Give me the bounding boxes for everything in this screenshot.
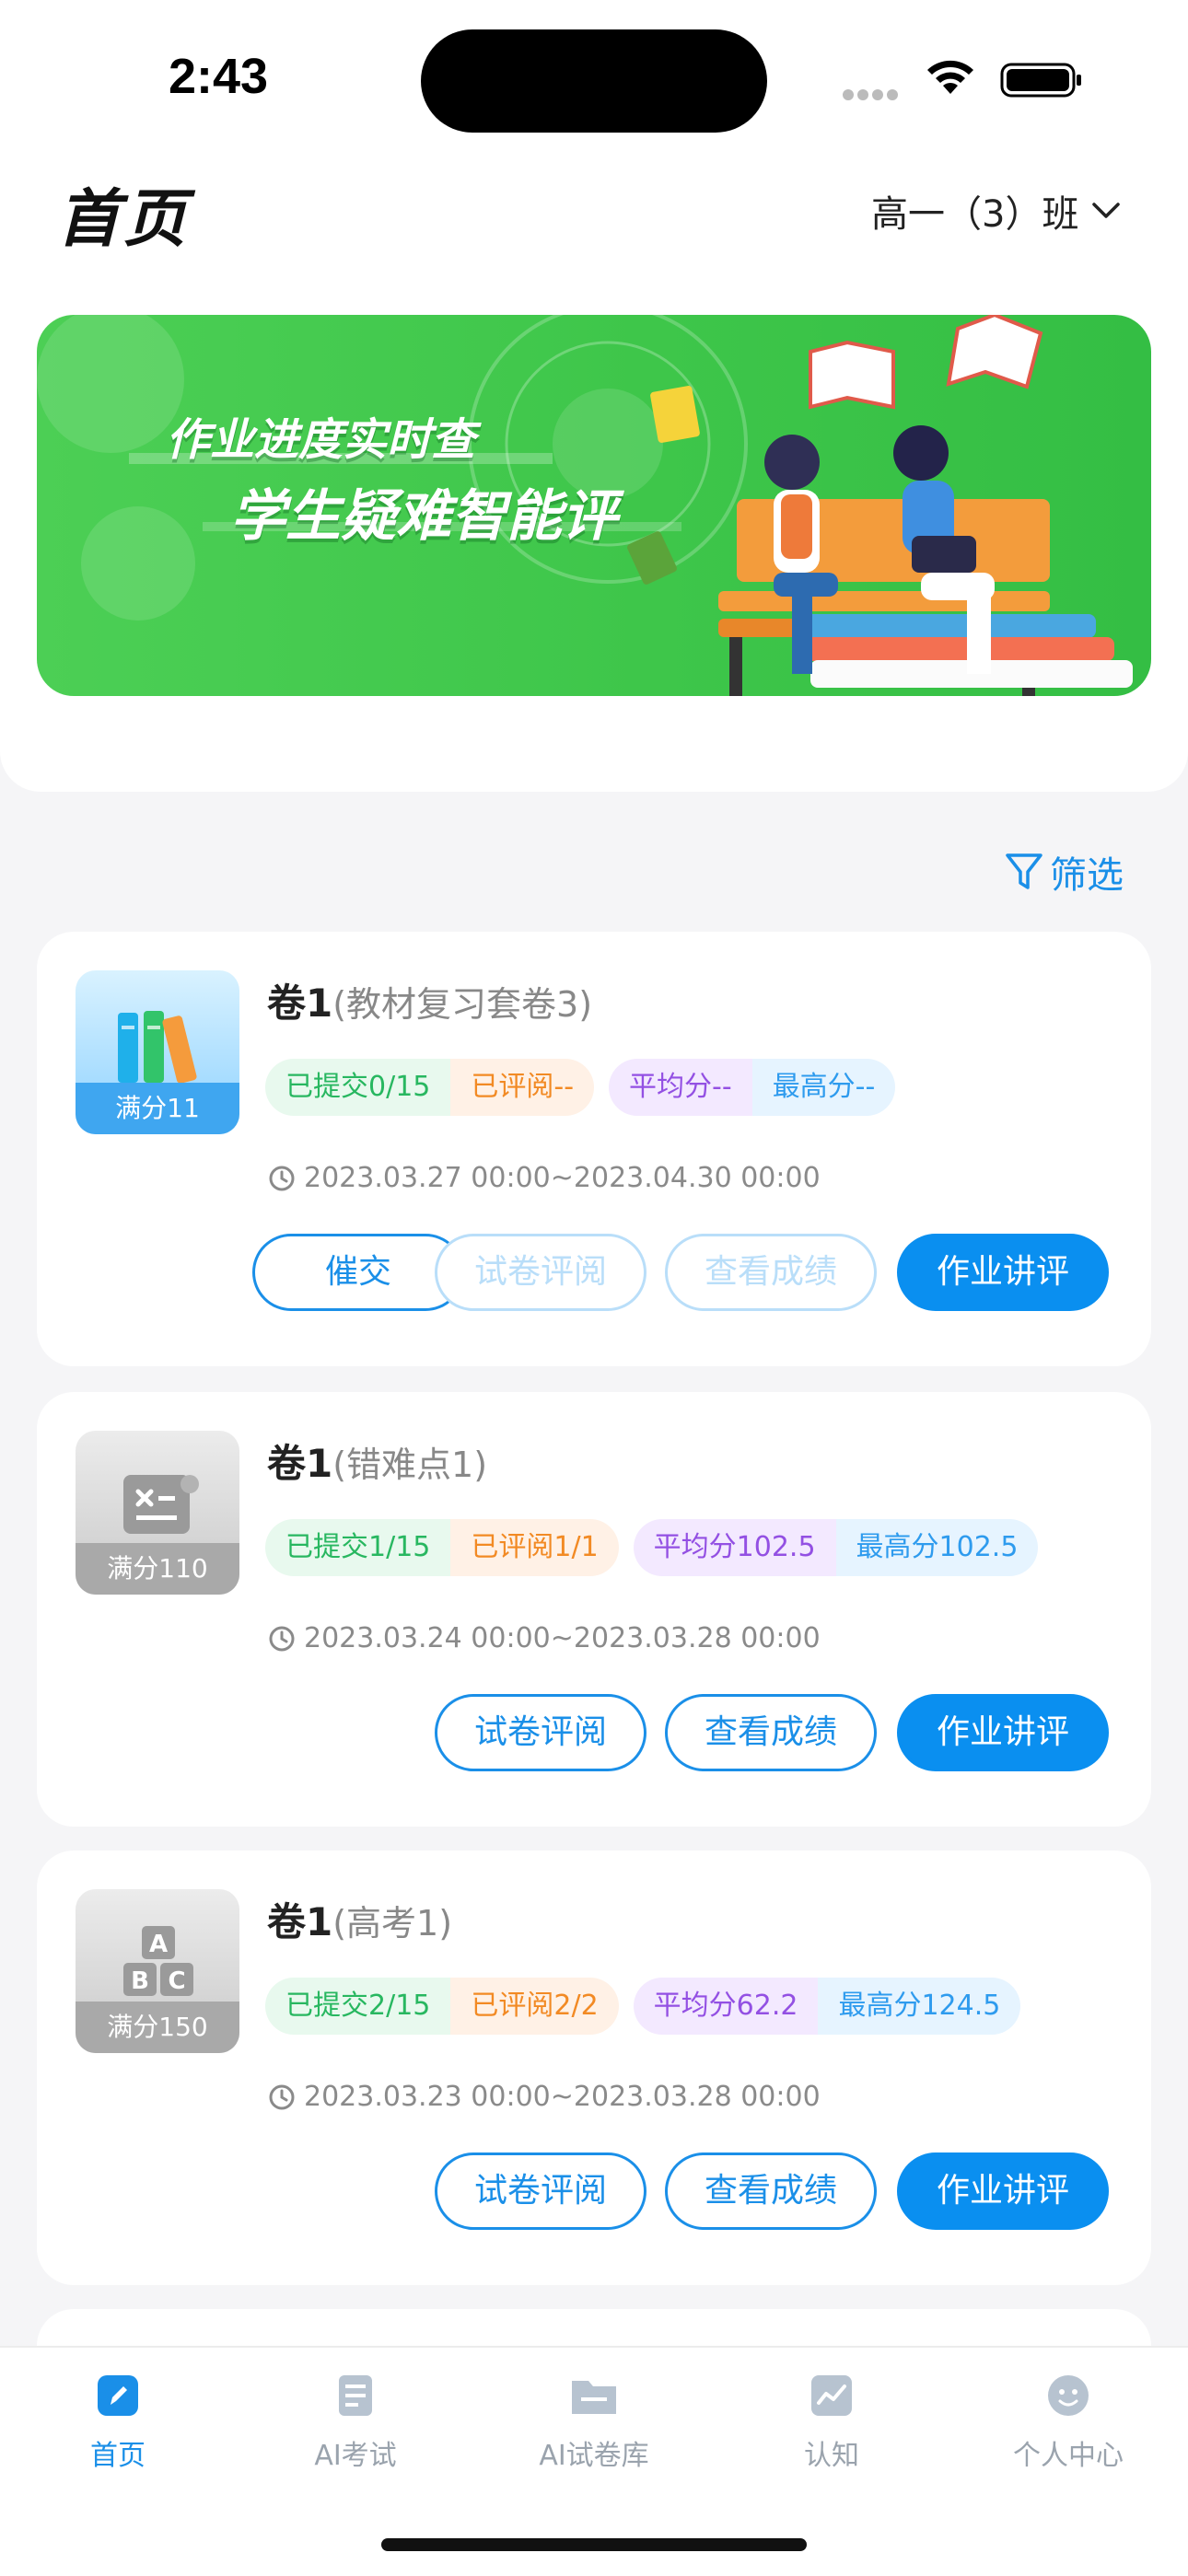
score-pill: 平均分62.2 最高分124.5 [633, 1978, 1021, 2035]
stats-tags: 已提交0/15 已评阅-- 平均分-- 最高分-- [265, 1059, 896, 1116]
home-icon [98, 2375, 138, 2416]
average-score: 平均分-- [609, 1059, 752, 1116]
chart-icon [811, 2375, 852, 2416]
tab-profile[interactable]: 个人中心 [976, 2372, 1160, 2473]
view-scores-button[interactable]: 查看成绩 [665, 1234, 877, 1311]
review-paper-button[interactable]: 试卷评阅 [435, 2152, 646, 2230]
average-score: 平均分62.2 [633, 1978, 819, 2035]
filter-label: 筛选 [1050, 854, 1124, 897]
profile-icon [1048, 2375, 1089, 2416]
score-pill: 平均分-- 最高分-- [609, 1059, 896, 1116]
full-score-label: 满分11 [76, 1083, 239, 1134]
assignment-title: 卷1(教材复习套卷3) [267, 972, 592, 1028]
full-score-label: 满分110 [76, 1543, 239, 1595]
filter-button[interactable]: 筛选 [1004, 845, 1124, 899]
assignment-card: 满分110 卷1(错难点1) 已提交1/15 已评阅1/1 平均分102.5 最… [37, 1392, 1151, 1827]
dynamic-island [421, 29, 767, 133]
clock-icon [269, 1166, 295, 1190]
submitted-count: 已提交2/15 [265, 1978, 451, 2035]
date-range: 2023.03.27 00:00~2023.04.30 00:00 [267, 1162, 821, 1194]
date-range-text: 2023.03.23 00:00~2023.03.28 00:00 [304, 2081, 821, 2113]
tab-label: AI考试 [314, 2440, 397, 2472]
assignment-thumbnail: A B C 满分150 [76, 1889, 239, 2053]
urge-submit-button[interactable]: 催交 [252, 1234, 464, 1311]
battery-icon [1000, 63, 1081, 98]
svg-text:B: B [131, 1967, 149, 1995]
review-paper-button[interactable]: 试卷评阅 [435, 1694, 646, 1771]
page-title: 首页 [57, 183, 191, 256]
assignment-title-sub: (高考1) [332, 1903, 453, 1944]
class-selector[interactable]: 高一（3）班 [871, 184, 1121, 238]
wifi-icon [927, 60, 973, 94]
progress-pill: 已提交1/15 已评阅1/1 [265, 1519, 619, 1576]
home-indicator [381, 2538, 807, 2551]
average-score: 平均分102.5 [633, 1519, 836, 1576]
banner-headline-1: 作业进度实时查 [166, 414, 476, 466]
highest-score: 最高分124.5 [818, 1978, 1021, 2035]
tab-ai-paper-library[interactable]: AI试卷库 [502, 2372, 686, 2473]
view-scores-button[interactable]: 查看成绩 [665, 1694, 877, 1771]
assignment-title-main: 卷1 [267, 1441, 333, 1486]
status-time: 2:43 [169, 49, 269, 104]
assignment-thumbnail: 满分11 [76, 970, 239, 1134]
reviewed-count: 已评阅-- [450, 1059, 595, 1116]
score-pill: 平均分102.5 最高分102.5 [633, 1519, 1039, 1576]
svg-text:A: A [149, 1931, 168, 1958]
folder-icon [572, 2381, 616, 2414]
chevron-down-icon [1092, 203, 1121, 218]
banner-headline-2: 学生疑难智能评 [230, 484, 617, 549]
tab-label: 首页 [90, 2440, 146, 2472]
assignment-feedback-button[interactable]: 作业讲评 [897, 2152, 1109, 2230]
date-range: 2023.03.24 00:00~2023.03.28 00:00 [267, 1622, 821, 1654]
assignment-title-sub: (教材复习套卷3) [332, 984, 593, 1025]
clock-icon [269, 2084, 295, 2109]
books-icon [118, 1011, 197, 1084]
review-paper-button[interactable]: 试卷评阅 [435, 1234, 646, 1311]
math-scroll-icon [123, 1475, 199, 1534]
date-range-text: 2023.03.27 00:00~2023.04.30 00:00 [304, 1162, 821, 1194]
abc-blocks-icon: A B C [123, 1926, 193, 1996]
cellular-signal-icon [843, 87, 907, 100]
promo-banner[interactable]: 作业进度实时查 学生疑难智能评 [37, 315, 1151, 696]
stats-tags: 已提交1/15 已评阅1/1 平均分102.5 最高分102.5 [265, 1519, 1039, 1576]
highest-score: 最高分-- [751, 1059, 896, 1116]
reviewed-count: 已评阅1/1 [450, 1519, 619, 1576]
tab-label: 个人中心 [1013, 2440, 1124, 2472]
exam-icon [339, 2375, 372, 2416]
progress-pill: 已提交2/15 已评阅2/2 [265, 1978, 619, 2035]
clock-icon [269, 1626, 295, 1651]
stats-tags: 已提交2/15 已评阅2/2 平均分62.2 最高分124.5 [265, 1978, 1021, 2035]
assignment-title-main: 卷1 [267, 981, 333, 1026]
submitted-count: 已提交0/15 [265, 1059, 451, 1116]
tab-label: AI试卷库 [539, 2440, 649, 2472]
tab-ai-exam[interactable]: AI考试 [263, 2372, 448, 2473]
submitted-count: 已提交1/15 [265, 1519, 451, 1576]
svg-text:C: C [168, 1967, 185, 1995]
date-range: 2023.03.23 00:00~2023.03.28 00:00 [267, 2081, 821, 2113]
assignment-card: A B C 满分150 卷1(高考1) 已提交2/15 已评阅2/2 平均分62… [37, 1851, 1151, 2285]
tab-label: 认知 [804, 2440, 859, 2472]
assignment-title: 卷1(高考1) [267, 1891, 452, 1947]
assignment-card: 满分11 卷1(教材复习套卷3) 已提交0/15 已评阅-- 平均分-- 最高分… [37, 932, 1151, 1366]
highest-score: 最高分102.5 [835, 1519, 1039, 1576]
full-score-label: 满分150 [76, 2002, 239, 2053]
view-scores-button[interactable]: 查看成绩 [665, 2152, 877, 2230]
reviewed-count: 已评阅2/2 [450, 1978, 619, 2035]
class-selector-label: 高一（3）班 [871, 193, 1079, 236]
filter-icon [1006, 853, 1042, 889]
assignment-thumbnail: 满分110 [76, 1431, 239, 1595]
tab-cognition[interactable]: 认知 [740, 2372, 924, 2473]
assignment-feedback-button[interactable]: 作业讲评 [897, 1234, 1109, 1311]
assignment-feedback-button[interactable]: 作业讲评 [897, 1694, 1109, 1771]
progress-pill: 已提交0/15 已评阅-- [265, 1059, 595, 1116]
assignment-title: 卷1(错难点1) [267, 1433, 487, 1489]
assignment-title-sub: (错难点1) [332, 1445, 488, 1485]
tab-home[interactable]: 首页 [26, 2372, 210, 2473]
date-range-text: 2023.03.24 00:00~2023.03.28 00:00 [304, 1622, 821, 1654]
assignment-title-main: 卷1 [267, 1899, 333, 1944]
